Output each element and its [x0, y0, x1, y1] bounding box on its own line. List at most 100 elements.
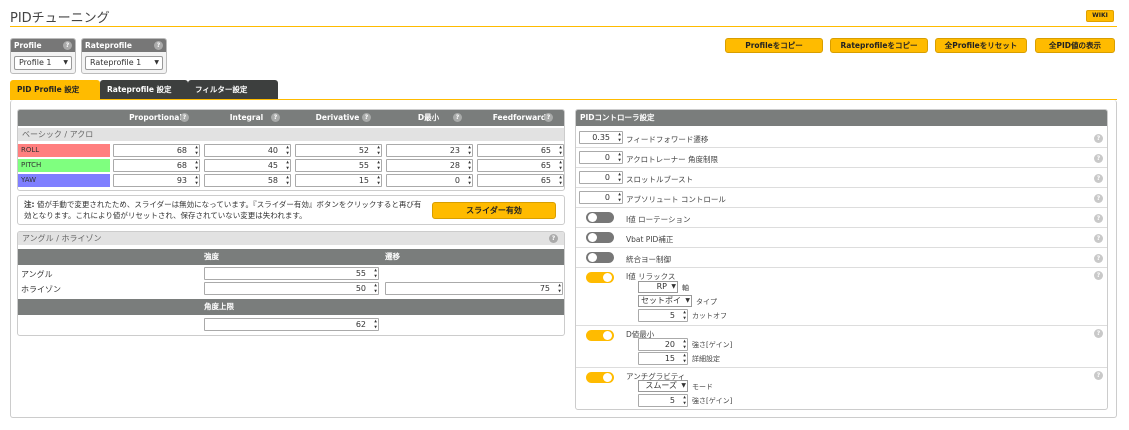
help-icon[interactable]: ?	[154, 41, 163, 50]
roll-dmin-input[interactable]: 23	[386, 144, 473, 157]
yaw-ff-input[interactable]: 65	[477, 174, 564, 187]
slider-note: 注: 値が手動で変更されたため、スライダーは無効になっています。『スライダー有効…	[17, 195, 565, 225]
dmin-row: D値最小 ? 20 強さ[ゲイン] 15 詳細設定	[576, 326, 1107, 368]
integrated-yaw-row: 統合ヨー制御 ?	[576, 248, 1107, 268]
profile-label: Profile	[14, 41, 42, 50]
header-angle-limit: 角度上限	[204, 302, 234, 311]
vbat-toggle[interactable]	[586, 232, 614, 243]
pitch-dmin-input[interactable]: 28	[386, 159, 473, 172]
help-icon[interactable]: ?	[180, 113, 189, 122]
profile-select[interactable]: Profile 1 ▼	[14, 56, 72, 70]
help-icon[interactable]: ?	[362, 113, 371, 122]
dmin-gain-input[interactable]: 20	[638, 338, 688, 351]
pid-controller-panel: PIDコントローラ設定 0.35 フィードフォワード遷移 ? 0 アクロトレーナ…	[575, 109, 1108, 410]
throttle-boost-input[interactable]: 0	[579, 171, 623, 184]
header-strength: 強度	[204, 252, 219, 261]
horizon-transition-input[interactable]: 75	[385, 282, 563, 295]
help-icon[interactable]: ?	[1094, 194, 1103, 203]
help-icon[interactable]: ?	[453, 113, 462, 122]
angle-horizon-panel: アングル / ホライゾン? 強度 遷移 アングル 55 ホライゾン 50 75 …	[17, 231, 565, 336]
dmin-advance-input[interactable]: 15	[638, 352, 688, 365]
yaw-dmin-input[interactable]: 0	[386, 174, 473, 187]
pid-table-header: Proportional? Integral? Derivative? D最小?…	[18, 110, 564, 126]
vbat-row: Vbat PID補正 ?	[576, 228, 1107, 248]
i-term-rotation-toggle[interactable]	[586, 212, 614, 223]
absolute-control-row: 0 アブソリュート コントロール ?	[576, 188, 1107, 208]
row-label-yaw: YAW	[18, 174, 110, 187]
pitch-ff-input[interactable]: 65	[477, 159, 564, 172]
note-text: 注: 値が手動で変更されたため、スライダーは無効になっています。『スライダー有効…	[24, 200, 422, 220]
help-icon[interactable]: ?	[544, 113, 553, 122]
profile-box: Profile? Profile 1 ▼	[10, 38, 76, 74]
acro-trainer-row: 0 アクロトレーナー 角度制限 ?	[576, 148, 1107, 168]
angle-header: 強度 遷移	[18, 249, 564, 265]
yaw-d-input[interactable]: 15	[295, 174, 382, 187]
antigravity-row: アンチグラビティ ? スムーズ モード 5 強さ[ゲイン]	[576, 368, 1107, 409]
tab-pid-profile[interactable]: PID Profile 設定	[10, 80, 100, 99]
roll-p-input[interactable]: 68	[113, 144, 200, 157]
reset-all-profiles-button[interactable]: 全Profileをリセット	[935, 38, 1027, 53]
chevron-down-icon: ▼	[154, 59, 159, 66]
copy-profile-button[interactable]: Profileをコピー	[725, 38, 823, 53]
help-icon[interactable]: ?	[271, 113, 280, 122]
tab-filter[interactable]: フィルター設定	[188, 80, 278, 99]
integrated-yaw-toggle[interactable]	[586, 252, 614, 263]
rateprofile-select[interactable]: Rateprofile 1 ▼	[85, 56, 163, 70]
ff-transition-input[interactable]: 0.35	[579, 131, 623, 144]
angle-label: アングル	[21, 270, 53, 279]
section-basic-acro: ベーシック / アクロ	[18, 128, 564, 141]
copy-rateprofile-button[interactable]: Rateprofileをコピー	[830, 38, 928, 53]
ff-transition-row: 0.35 フィードフォワード遷移 ?	[576, 128, 1107, 148]
help-icon[interactable]: ?	[1094, 329, 1103, 338]
horizon-label: ホライゾン	[21, 285, 61, 294]
antigravity-toggle[interactable]	[586, 372, 614, 383]
roll-d-input[interactable]: 52	[295, 144, 382, 157]
horizon-strength-input[interactable]: 50	[204, 282, 379, 295]
tab-rateprofile[interactable]: Rateprofile 設定	[100, 80, 188, 99]
i-relax-axis-select[interactable]: RP	[638, 281, 678, 293]
yaw-p-input[interactable]: 93	[113, 174, 200, 187]
pitch-i-input[interactable]: 45	[204, 159, 291, 172]
help-icon[interactable]: ?	[549, 234, 558, 243]
help-icon[interactable]: ?	[1094, 254, 1103, 263]
angle-limit-input[interactable]: 62	[204, 318, 379, 331]
row-label-pitch: PITCH	[18, 159, 110, 172]
pid-rows: ROLL PITCH YAW 68 40 52 23 65 68 45 55 2…	[18, 144, 564, 190]
antigravity-mode-select[interactable]: スムーズ	[638, 380, 688, 392]
angle-limit-header: 角度上限	[18, 299, 564, 315]
rateprofile-label: Rateprofile	[85, 41, 132, 50]
help-icon[interactable]: ?	[1094, 174, 1103, 183]
i-relax-type-select[interactable]: セットポイ	[638, 295, 692, 307]
dmin-toggle[interactable]	[586, 330, 614, 341]
show-all-pids-button[interactable]: 全PID値の表示	[1035, 38, 1115, 53]
section-angle-horizon: アングル / ホライゾン?	[18, 232, 564, 245]
acro-trainer-input[interactable]: 0	[579, 151, 623, 164]
wiki-button[interactable]: WIKI	[1086, 10, 1114, 22]
i-relax-toggle[interactable]	[586, 272, 614, 283]
pitch-d-input[interactable]: 55	[295, 159, 382, 172]
chevron-down-icon: ▼	[63, 59, 68, 66]
help-icon[interactable]: ?	[1094, 214, 1103, 223]
roll-i-input[interactable]: 40	[204, 144, 291, 157]
i-relax-cutoff-input[interactable]: 5	[638, 309, 688, 322]
help-icon[interactable]: ?	[1094, 371, 1103, 380]
antigravity-gain-input[interactable]: 5	[638, 394, 688, 407]
help-icon[interactable]: ?	[1094, 134, 1103, 143]
rateprofile-box: Rateprofile? Rateprofile 1 ▼	[81, 38, 167, 74]
absolute-control-input[interactable]: 0	[579, 191, 623, 204]
yaw-i-input[interactable]: 58	[204, 174, 291, 187]
enable-sliders-button[interactable]: スライダー有効	[432, 202, 556, 219]
help-icon[interactable]: ?	[63, 41, 72, 50]
pid-table: Proportional? Integral? Derivative? D最小?…	[17, 109, 565, 191]
help-icon[interactable]: ?	[1094, 234, 1103, 243]
throttle-boost-row: 0 スロットルブースト ?	[576, 168, 1107, 188]
help-icon[interactable]: ?	[1094, 271, 1103, 280]
help-icon[interactable]: ?	[1094, 154, 1103, 163]
page-title: PIDチューニング	[10, 11, 110, 26]
pitch-p-input[interactable]: 68	[113, 159, 200, 172]
i-term-rotation-row: I値 ローテーション ?	[576, 208, 1107, 228]
i-relax-row: I値 リラックス ? RP 軸 セットポイ タイプ 5 カットオフ	[576, 268, 1107, 326]
angle-strength-input[interactable]: 55	[204, 267, 379, 280]
roll-ff-input[interactable]: 65	[477, 144, 564, 157]
row-label-roll: ROLL	[18, 144, 110, 157]
